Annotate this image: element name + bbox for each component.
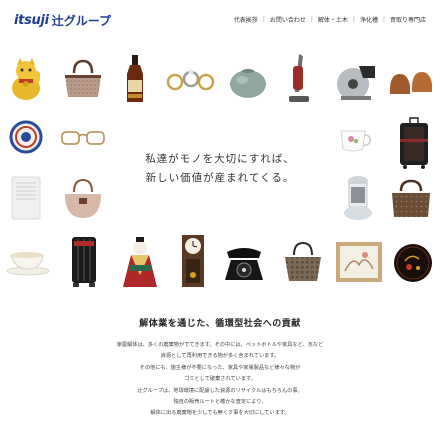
lacquer-plate-icon: [392, 242, 434, 284]
oil-heater-icon: [66, 234, 102, 290]
liquor-bottle-icon: [120, 54, 150, 104]
pendulum-clock-icon: [178, 232, 208, 290]
nav-separator: |: [352, 16, 355, 23]
nav-item-greeting[interactable]: 代表挨拶: [234, 15, 258, 24]
about-line: その他にも、施主様が不要になった、家具や家電製品など様々な物が: [139, 364, 301, 371]
circular-saw-icon: [330, 58, 380, 104]
logo-name: 辻グループ: [51, 14, 112, 28]
about-line: 資源として再利用できる物が多く含まれています。: [160, 353, 280, 360]
hero-tagline: 私達がモノを大切にすれば、 新しい価値が産まれてくる。: [0, 150, 440, 188]
nav-separator: |: [262, 16, 265, 23]
rotary-phone-icon: [220, 244, 268, 284]
about-line: 解体に出る廃棄物を少しでも無くす事を大切にしています。: [150, 410, 290, 417]
about-line: 辻グループは、地球環境に配慮した資源のリサイクルはもちろんの事。: [137, 387, 303, 394]
framed-painting-icon: [334, 240, 384, 284]
tote-bag-icon: [280, 240, 326, 284]
nav-separator: |: [382, 16, 385, 23]
vase-icon: [226, 62, 270, 102]
site-header: itsuji 辻グループ 代表挨拶 | お問い合わせ | 解体・土木 | 浄化槽…: [0, 0, 440, 42]
tea-cup-saucer-icon: [4, 248, 52, 278]
nav-item-buyback-shop[interactable]: 買取り専門店: [390, 15, 426, 24]
section-title: 解体業を通じた、循環型社会への貢献: [139, 319, 301, 329]
rings-icon: [166, 66, 216, 94]
about-line: 家屋解体は、多くの廃棄物がでてきます。その中には、ペットボトルや家具など、瓦など: [116, 342, 324, 348]
about-line: ゴミとして破棄されています。: [184, 376, 256, 383]
nav-item-demolition[interactable]: 解体・土木: [318, 15, 348, 24]
logo-mark: itsuji: [14, 13, 49, 28]
maneki-neko-icon: [6, 56, 46, 102]
hina-doll-icon: [118, 234, 162, 290]
loafers-icon: [388, 64, 434, 100]
site-logo[interactable]: itsuji 辻グループ: [14, 12, 111, 29]
tagline-line-2: 新しい価値が産まれてくる。: [145, 172, 295, 184]
vacuum-cleaner-icon: [284, 52, 314, 106]
nav-item-contact[interactable]: お問い合わせ: [270, 15, 306, 24]
main-nav: 代表挨拶 | お問い合わせ | 解体・土木 | 浄化槽 | 買取り専門店: [234, 15, 426, 24]
handbag-icon: [60, 56, 106, 102]
about-line: 独自の販売ルートと確かな査定により、: [173, 399, 267, 406]
eyeglasses-icon: [60, 126, 106, 150]
nav-item-septic-tank[interactable]: 浄化槽: [360, 15, 378, 24]
nav-separator: |: [310, 16, 313, 23]
tagline-line-1: 私達がモノを大切にすれば、: [145, 153, 295, 165]
about-text: 家屋解体は、多くの廃棄物がでてきます。その中には、ペットボトルや家具など、瓦など…: [0, 340, 440, 420]
